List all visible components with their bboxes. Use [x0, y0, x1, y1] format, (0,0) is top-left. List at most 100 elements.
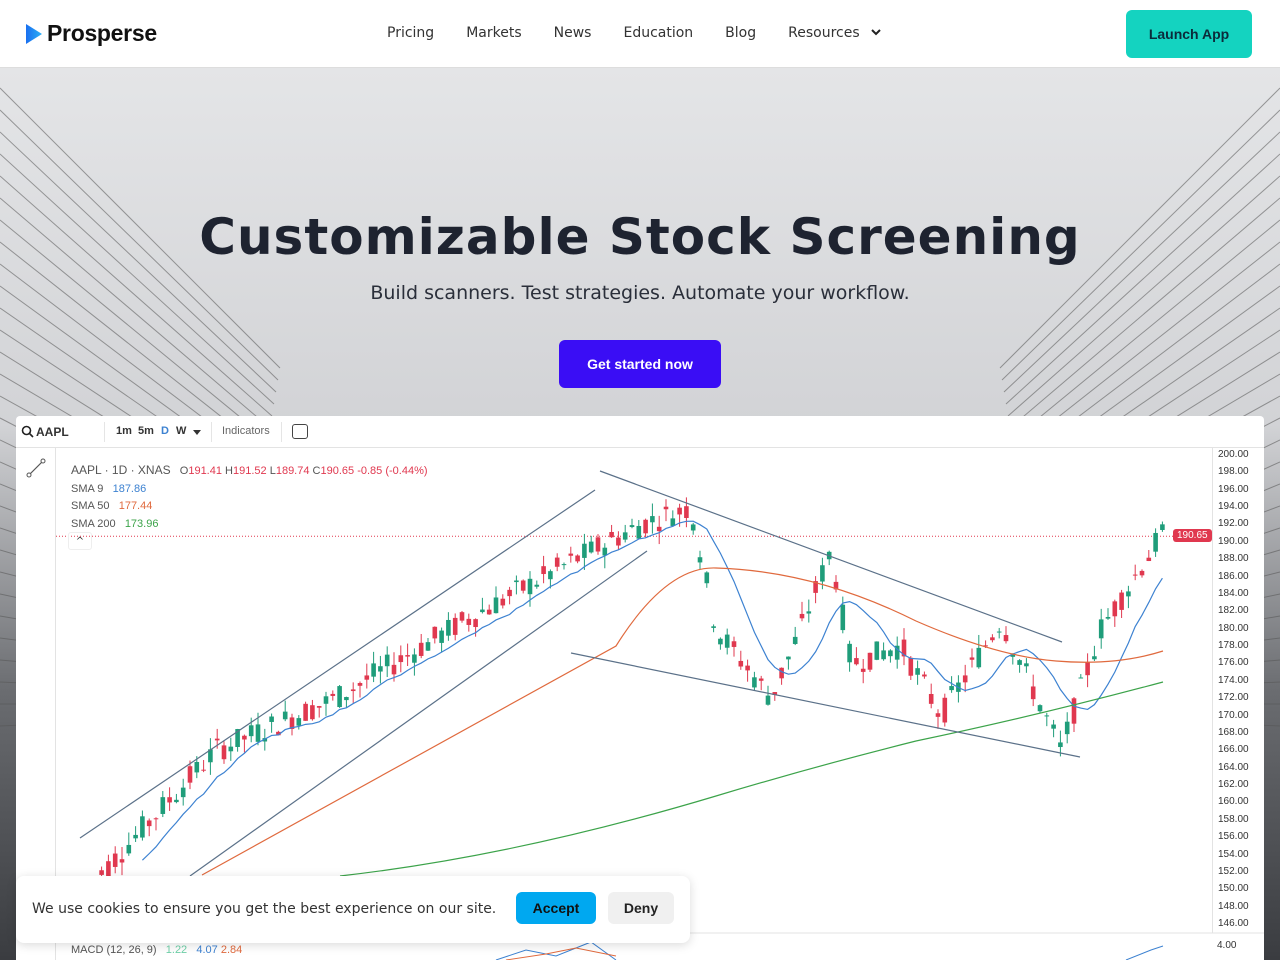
candle-body	[643, 519, 648, 534]
candle-body	[792, 636, 798, 644]
candle-body	[126, 844, 132, 854]
last-price-label: 190.65	[1173, 529, 1212, 542]
candle-body	[656, 526, 662, 532]
macd-line	[1125, 945, 1164, 960]
cookie-text: We use cookies to ensure you get the bes…	[32, 901, 497, 917]
low-value: 189.74	[275, 465, 310, 477]
candle-body	[316, 706, 322, 708]
candle-body	[466, 618, 472, 625]
candle-body	[765, 695, 771, 705]
candle-body	[1132, 574, 1138, 576]
candle-body	[1058, 742, 1063, 748]
candle-body	[779, 667, 784, 679]
brand-name: Prosperse	[47, 20, 157, 46]
candle-body	[527, 578, 533, 595]
sma9-value: 187.86	[112, 482, 147, 495]
candle-body	[1044, 715, 1050, 717]
candle-body	[507, 589, 512, 597]
accept-cookies-button[interactable]: Accept	[516, 892, 596, 924]
price-tick: 162.00	[1218, 779, 1249, 791]
candle-body	[949, 686, 954, 691]
candle-body	[296, 718, 302, 726]
candle-body	[847, 643, 852, 663]
macd-signal: 2.84	[220, 944, 243, 956]
candle-body	[568, 553, 574, 556]
price-tick: 170.00	[1218, 709, 1249, 721]
candle-body	[622, 532, 628, 540]
nav-resources[interactable]: Resources	[788, 25, 882, 41]
candle-body	[378, 666, 383, 672]
price-tick: 148.00	[1218, 900, 1249, 912]
price-tick: 188.00	[1218, 553, 1249, 565]
candle-body	[201, 769, 206, 771]
collapse-legend-button[interactable]: ^	[68, 532, 92, 550]
candle-body	[854, 658, 859, 665]
candle-body	[160, 797, 166, 814]
sma50-label: SMA 50	[71, 500, 110, 512]
nav-blog[interactable]: Blog	[725, 25, 756, 41]
candle-body	[1126, 591, 1131, 597]
brand-logo[interactable]: Prosperse	[25, 20, 157, 47]
candle-body	[344, 697, 349, 701]
price-tick: 176.00	[1218, 657, 1249, 669]
candle-body	[242, 735, 247, 740]
candle-body	[1024, 663, 1029, 667]
chart-legend: AAPL · 1D · XNAS O191.41 H191.52 L189.74…	[71, 463, 428, 530]
candle-body	[690, 524, 696, 531]
candle-body	[174, 799, 179, 803]
trend-line	[599, 470, 1063, 643]
candle-body	[888, 650, 893, 657]
candle-body	[364, 675, 370, 680]
nav-pricing[interactable]: Pricing	[387, 25, 434, 41]
open-value: 191.41	[188, 465, 222, 477]
candle-body	[731, 641, 737, 647]
price-tick: 158.00	[1218, 813, 1249, 825]
price-tick: 172.00	[1218, 692, 1249, 704]
candle-body	[1105, 616, 1111, 619]
price-tick: 200.00	[1218, 449, 1249, 460]
hero-title: Customizable Stock Screening	[199, 208, 1081, 266]
price-tick: 174.00	[1218, 674, 1249, 686]
candle-body	[1119, 592, 1124, 610]
price-tick: 182.00	[1218, 605, 1249, 617]
candle-body	[704, 572, 710, 584]
candle-body	[1085, 661, 1090, 676]
candle-body	[990, 637, 995, 641]
candle-body	[758, 678, 764, 681]
candle-body	[1112, 601, 1118, 617]
price-axis[interactable]: 200.00 198.00 196.00 194.00 192.00 190.00 188.…	[1212, 448, 1264, 933]
sma200-label: SMA 200	[71, 517, 116, 530]
candle-body	[432, 626, 438, 639]
macd-line: 4.07	[196, 944, 218, 956]
candle-body	[500, 598, 506, 606]
launch-app-button[interactable]: Launch App	[1126, 10, 1252, 58]
nav-markets[interactable]: Markets	[466, 25, 521, 41]
price-tick: 178.00	[1218, 640, 1249, 652]
sma50-line	[201, 567, 1164, 876]
candle-body	[718, 638, 723, 645]
candle-body	[106, 861, 111, 877]
candle-body	[1092, 656, 1097, 660]
candle-body	[575, 555, 580, 562]
candle-body	[248, 725, 254, 737]
candle-body	[310, 705, 315, 720]
get-started-button[interactable]: Get started now	[559, 340, 721, 388]
nav-news[interactable]: News	[554, 25, 592, 41]
candle-body	[935, 713, 941, 717]
price-tick: 192.00	[1218, 518, 1249, 530]
candle-body	[1098, 619, 1104, 639]
cookie-banner: We use cookies to ensure you get the bes…	[16, 876, 690, 943]
price-tick: 180.00	[1218, 622, 1249, 634]
price-tick: 150.00	[1218, 883, 1249, 895]
candle-body	[452, 617, 458, 635]
candle-body	[269, 716, 274, 722]
candle-body	[1146, 557, 1152, 562]
close-value: 190.65	[320, 465, 355, 477]
nav-education[interactable]: Education	[623, 25, 693, 41]
candle-body	[1030, 686, 1036, 700]
deny-cookies-button[interactable]: Deny	[608, 892, 674, 924]
candle-body	[1064, 721, 1070, 735]
candle-body	[541, 566, 546, 575]
candle-body	[1153, 532, 1158, 552]
candle-body	[881, 650, 886, 660]
